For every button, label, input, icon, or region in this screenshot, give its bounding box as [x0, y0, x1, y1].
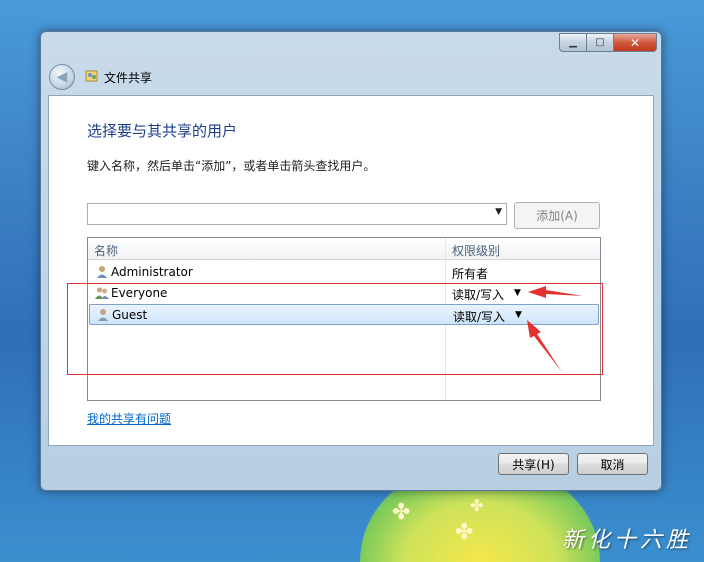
cancel-button[interactable]: 取消	[577, 453, 648, 475]
caption-buttons: ▁ □ ✕	[559, 33, 657, 52]
dropdown-arrow-icon[interactable]: ▼	[515, 310, 522, 320]
window-title: 文件共享	[104, 71, 153, 85]
row-name: Everyone	[111, 286, 168, 300]
share-button[interactable]: 共享(H)	[498, 453, 569, 475]
add-button[interactable]: 添加(A)	[514, 202, 600, 229]
sharing-help-link[interactable]: 我的共享有问题	[87, 410, 171, 427]
page-heading: 选择要与其共享的用户	[87, 122, 238, 140]
single-user-icon	[97, 266, 107, 278]
close-button[interactable]: ✕	[613, 33, 657, 52]
row-name: Administrator	[111, 265, 193, 279]
dropdown-arrow-icon[interactable]: ▼	[514, 288, 521, 298]
watermark-signature: 新化十六胜	[561, 528, 692, 553]
list-header: 名称 权限级别	[88, 238, 600, 260]
file-share-icon	[85, 70, 98, 82]
back-button[interactable]: ◀	[49, 64, 75, 90]
user-group-icon	[95, 287, 109, 299]
row-name: Guest	[112, 308, 148, 322]
dialog-content: 选择要与其共享的用户 键入名称，然后单击“添加”，或者单击箭头查找用户。 ▼ 添…	[48, 95, 654, 446]
flower-icon: ✤	[455, 520, 474, 545]
minimize-button[interactable]: ▁	[559, 33, 587, 52]
user-permission-list[interactable]: 名称 权限级别 Administrator 所有者 Everyone 读取/写入…	[87, 237, 601, 401]
single-user-icon	[98, 309, 108, 321]
flower-icon: ✤	[392, 500, 411, 525]
instruction-text: 键入名称，然后单击“添加”，或者单击箭头查找用户。	[87, 159, 376, 173]
column-header-permission[interactable]: 权限级别	[452, 242, 500, 259]
file-sharing-window: ▁ □ ✕ ◀ 文件共享 选择要与其共享的用户 键入名称，然后单击“添加”，或者…	[40, 31, 662, 491]
user-name-combobox[interactable]: ▼	[87, 203, 507, 225]
permission-dropdown[interactable]: 读取/写入	[453, 308, 505, 325]
title-bar: ▁ □ ✕ ◀ 文件共享	[41, 32, 661, 92]
list-row-guest[interactable]: Guest 读取/写入 ▼	[89, 304, 599, 325]
column-header-name[interactable]: 名称	[94, 242, 118, 259]
permission-dropdown[interactable]: 读取/写入	[452, 286, 504, 303]
row-permission: 所有者	[452, 267, 489, 281]
maximize-button[interactable]: □	[586, 33, 614, 52]
flower-icon: ✤	[470, 496, 484, 515]
dropdown-arrow-icon[interactable]: ▼	[495, 207, 502, 217]
list-row-administrator[interactable]: Administrator 所有者	[89, 262, 599, 283]
user-name-input[interactable]	[88, 204, 488, 224]
list-row-everyone[interactable]: Everyone 读取/写入 ▼	[89, 283, 599, 304]
